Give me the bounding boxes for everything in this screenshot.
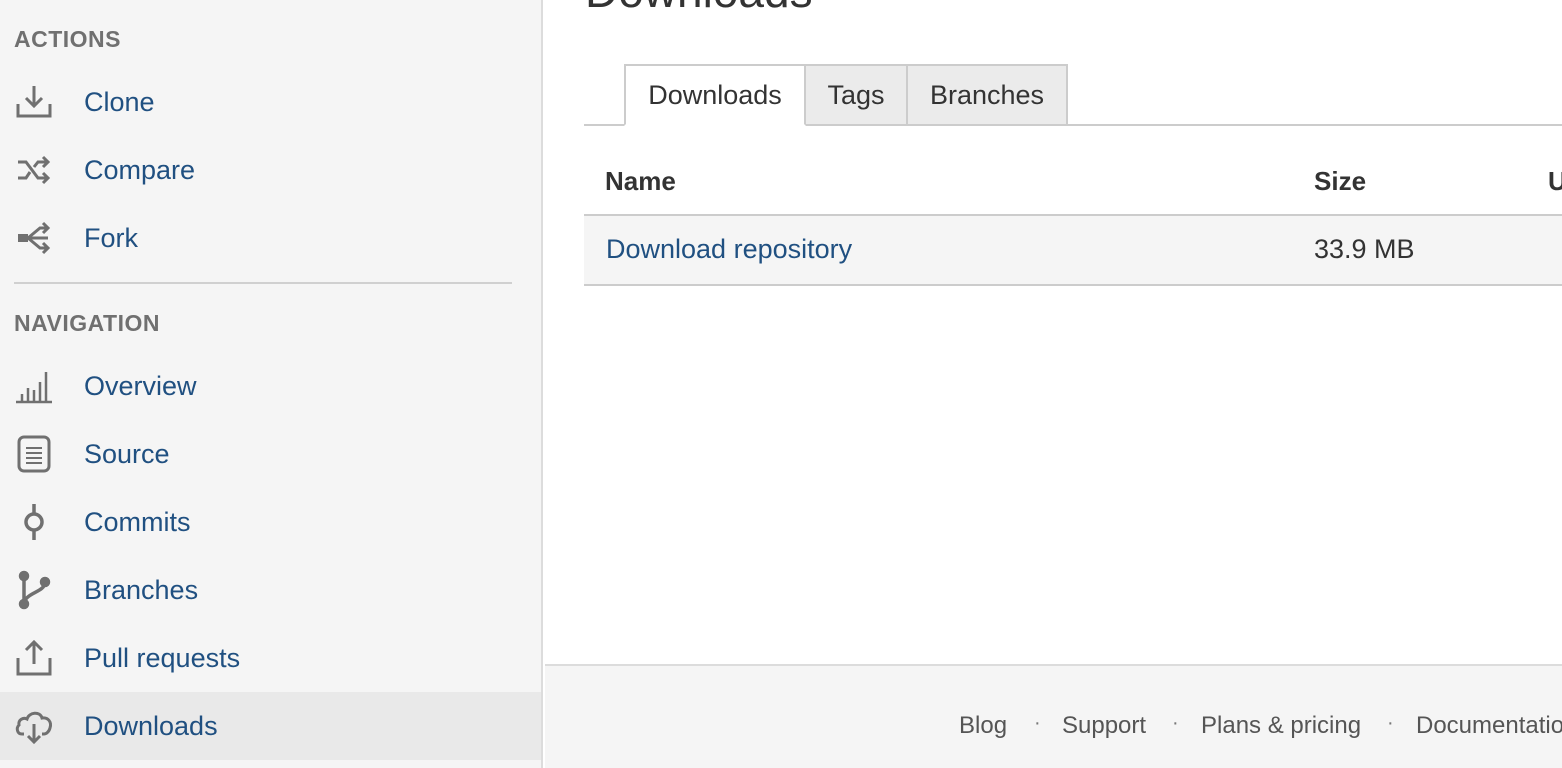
footer-separator: ·: [1172, 712, 1179, 734]
sidebar-item-fork[interactable]: Fork: [0, 204, 541, 272]
sidebar-item-pull-requests[interactable]: Pull requests: [0, 624, 541, 692]
fork-icon: [14, 218, 54, 258]
pull-requests-icon: [14, 638, 54, 678]
sidebar-item-overview[interactable]: Overview: [0, 352, 541, 420]
sidebar-item-label: Commits: [84, 506, 191, 537]
main-content: Downloads Downloads Tags Branches Name S…: [545, 0, 1562, 664]
overview-icon: [14, 366, 54, 406]
sidebar-item-label: Clone: [84, 86, 155, 117]
sidebar: ACTIONS Clone Compare Fork NAVIGATION Ov…: [0, 0, 543, 768]
commits-icon: [14, 502, 54, 542]
footer-link-blog[interactable]: Blog: [959, 712, 1007, 740]
sidebar-item-clone[interactable]: Clone: [0, 68, 541, 136]
sidebar-item-label: Overview: [84, 370, 197, 401]
download-repository-link[interactable]: Download repository: [606, 234, 852, 265]
file-size: 33.9 MB: [1314, 234, 1415, 264]
clone-icon: [14, 82, 54, 122]
footer-separator: ·: [1034, 712, 1041, 734]
tab-downloads[interactable]: Downloads: [624, 64, 806, 126]
sidebar-item-branches[interactable]: Branches: [0, 556, 541, 624]
table-header: Name Size U: [584, 150, 1562, 216]
branches-icon: [14, 570, 54, 610]
navigation-section-title: NAVIGATION: [14, 310, 160, 336]
sidebar-item-label: Pull requests: [84, 642, 241, 673]
footer-separator: ·: [1387, 712, 1394, 734]
sidebar-divider: [14, 282, 512, 284]
compare-icon: [14, 150, 54, 190]
sidebar-item-label: Source: [84, 438, 170, 469]
column-header-uploaded: U: [1548, 166, 1562, 196]
downloads-icon: [14, 706, 54, 746]
footer: Blog · Support · Plans & pricing · Docum…: [545, 664, 1562, 768]
footer-link-documentation[interactable]: Documentation: [1416, 712, 1562, 740]
tab-branches[interactable]: Branches: [906, 64, 1068, 126]
actions-section-title: ACTIONS: [14, 26, 121, 52]
sidebar-item-compare[interactable]: Compare: [0, 136, 541, 204]
sidebar-item-downloads[interactable]: Downloads: [0, 692, 541, 760]
column-header-size: Size: [1314, 166, 1367, 196]
sidebar-item-label: Branches: [84, 574, 199, 605]
footer-link-plans-pricing[interactable]: Plans & pricing: [1201, 712, 1361, 740]
sidebar-item-commits[interactable]: Commits: [0, 488, 541, 556]
sidebar-item-source[interactable]: Source: [0, 420, 541, 488]
page-title: Downloads: [585, 0, 813, 18]
footer-link-support[interactable]: Support: [1062, 712, 1146, 740]
sidebar-item-label: Compare: [84, 154, 196, 185]
table-row: Download repository 33.9 MB: [584, 216, 1562, 286]
sidebar-item-label: Fork: [84, 222, 138, 253]
column-header-name: Name: [605, 166, 676, 196]
tab-tags[interactable]: Tags: [804, 64, 908, 126]
sidebar-item-label: Downloads: [84, 710, 218, 741]
source-icon: [14, 434, 54, 474]
